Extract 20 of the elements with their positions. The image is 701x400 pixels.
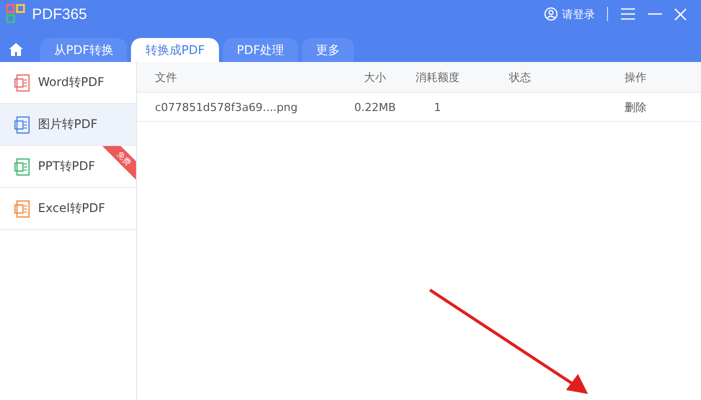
column-header: 消耗额度 — [414, 70, 460, 86]
column-header: 操作 — [624, 70, 648, 86]
tab[interactable]: 转换成PDF — [131, 38, 219, 62]
login-button[interactable]: 请登录 — [544, 6, 595, 22]
logo-icon — [6, 4, 26, 24]
sidebar-item[interactable]: PPT转PDF 免费 — [0, 146, 136, 188]
app-title: PDF365 — [32, 6, 88, 22]
delete-link[interactable]: 删除 — [624, 100, 646, 114]
column-header: 大小 — [363, 70, 387, 86]
close-icon[interactable] — [674, 8, 687, 20]
user-icon — [544, 7, 558, 21]
menu-icon[interactable] — [620, 7, 636, 21]
sidebar-item[interactable]: 图片转PDF — [0, 104, 136, 146]
home-icon[interactable] — [8, 42, 24, 57]
column-header: 状态 — [508, 70, 532, 86]
column-header: 文件 — [154, 70, 178, 86]
table-cell-text: c077851d578f3a69....png — [154, 100, 299, 116]
table-cell-text: 1 — [433, 100, 442, 116]
minimize-icon[interactable] — [648, 13, 662, 15]
table-cell-text: 0.22MB — [353, 100, 397, 116]
